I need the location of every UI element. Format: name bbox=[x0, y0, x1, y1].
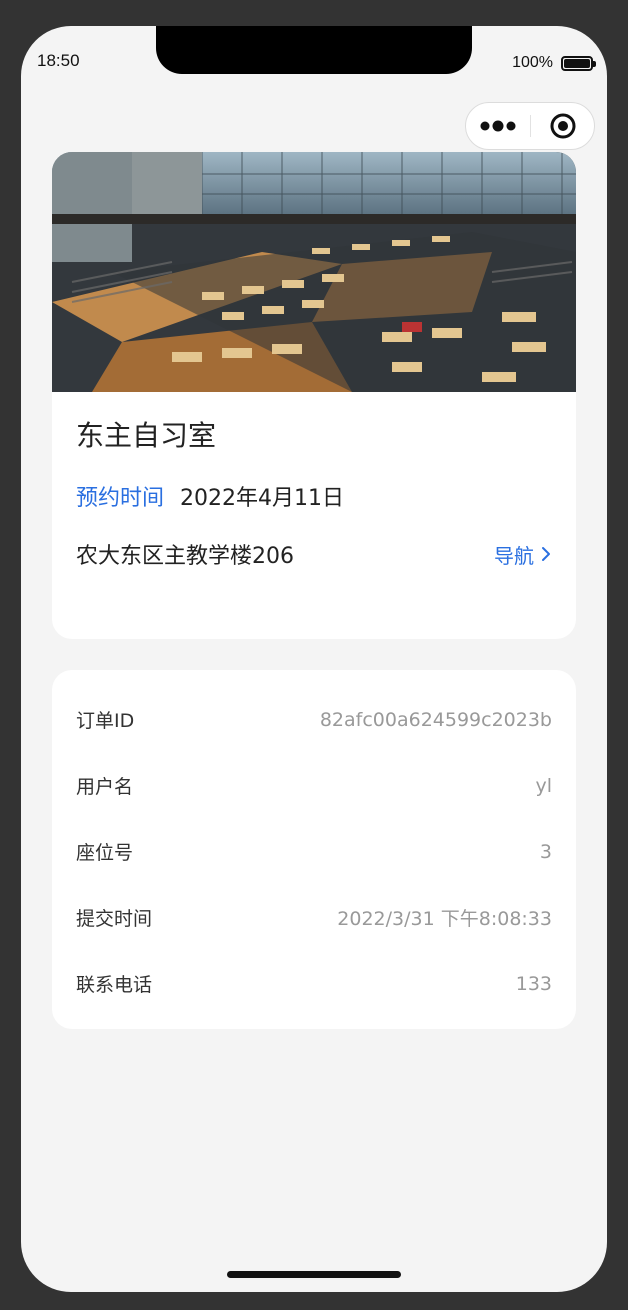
seat-number-row: 座位号 3 bbox=[76, 838, 552, 865]
order-id-label: 订单ID bbox=[76, 710, 135, 732]
mini-program-capsule bbox=[465, 102, 595, 150]
phone-label: 联系电话 bbox=[76, 974, 153, 996]
place-name: 东主自习室 bbox=[76, 419, 217, 452]
status-right: 100% bbox=[512, 54, 596, 72]
target-circle-icon bbox=[550, 113, 575, 139]
reservation-date: 2022年4月11日 bbox=[180, 486, 344, 511]
navigate-link[interactable]: 导航 bbox=[494, 540, 552, 569]
seat-number-value: 3 bbox=[539, 840, 552, 863]
battery-percent: 100% bbox=[512, 54, 553, 71]
close-button[interactable] bbox=[531, 103, 594, 149]
username-row: 用户名 yl bbox=[76, 772, 552, 799]
reservation-label: 预约时间 bbox=[76, 486, 165, 511]
order-id-value: 82afc00a624599c2023b bbox=[319, 708, 552, 731]
submit-time-label: 提交时间 bbox=[76, 908, 153, 930]
status-time: 18:50 bbox=[37, 51, 80, 70]
username-label: 用户名 bbox=[76, 776, 134, 798]
phone-screen: 18:50 100% 东主自习室 预约时间 2022年4月11日 农大东区主教学… bbox=[21, 26, 607, 1292]
reservation-time-row: 预约时间 2022年4月11日 bbox=[76, 480, 344, 512]
order-id-row: 订单ID 82afc00a624599c2023b bbox=[76, 706, 552, 733]
seat-number-label: 座位号 bbox=[76, 842, 134, 864]
username-value: yl bbox=[535, 774, 552, 797]
battery-icon bbox=[561, 55, 596, 71]
address-row: 农大东区主教学楼206 导航 bbox=[76, 538, 552, 570]
submit-time-value: 2022/3/31 下午8:08:33 bbox=[337, 908, 552, 930]
more-dots-icon bbox=[480, 120, 516, 132]
venue-card: 东主自习室 预约时间 2022年4月11日 农大东区主教学楼206 导航 bbox=[52, 152, 576, 639]
submit-time-row: 提交时间 2022/3/31 下午8:08:33 bbox=[76, 904, 552, 931]
address-text: 农大东区主教学楼206 bbox=[76, 544, 294, 569]
phone-value: 133 bbox=[515, 972, 552, 995]
chevron-right-icon bbox=[542, 547, 550, 561]
navigate-label: 导航 bbox=[494, 543, 534, 568]
phone-row: 联系电话 133 bbox=[76, 970, 552, 997]
notch bbox=[156, 26, 472, 74]
library-reading-room-photo bbox=[52, 152, 576, 392]
order-details-card: 订单ID 82afc00a624599c2023b 用户名 yl 座位号 3 提… bbox=[52, 670, 576, 1029]
home-indicator[interactable] bbox=[227, 1271, 401, 1278]
more-button[interactable] bbox=[466, 103, 530, 149]
